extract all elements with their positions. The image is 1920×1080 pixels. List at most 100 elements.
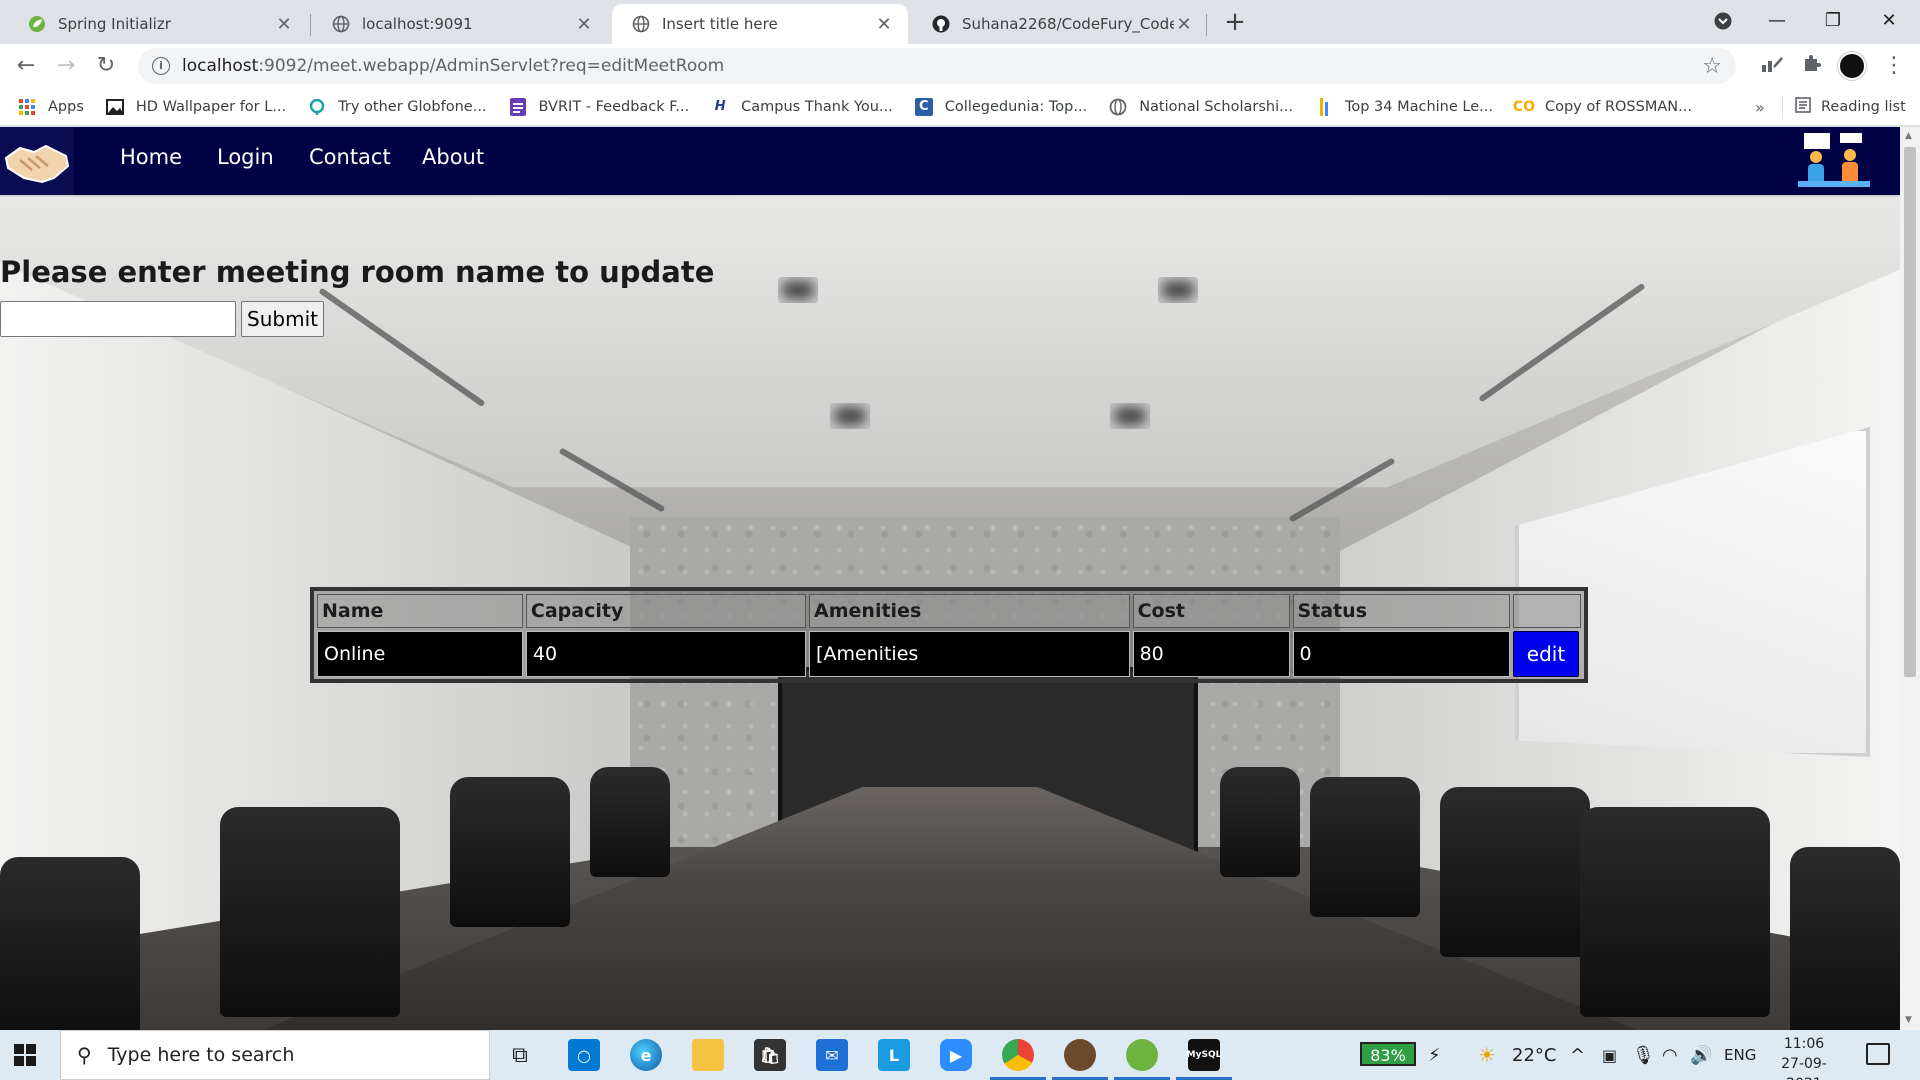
cell-name[interactable]: Online <box>317 631 523 677</box>
performance-icon[interactable] <box>1758 52 1786 80</box>
background-chair <box>1220 767 1300 877</box>
taskbar-search-placeholder: Type here to search <box>107 1044 295 1066</box>
more-bookmarks-button[interactable]: » <box>1755 98 1765 117</box>
reload-button[interactable]: ↻ <box>92 52 120 80</box>
windows-start-icon[interactable] <box>14 1044 36 1066</box>
spring-tool-suite-icon[interactable] <box>1126 1039 1158 1071</box>
scroll-down-arrow-icon[interactable]: ▼ <box>1905 1015 1912 1025</box>
tab-search-button[interactable] <box>1700 6 1746 36</box>
restore-button[interactable]: ❐ <box>1810 6 1856 36</box>
bookmark-campus[interactable]: H Campus Thank You... <box>711 98 893 116</box>
bookmark-collegedunia[interactable]: C Collegedunia: Top... <box>914 97 1088 116</box>
spring-leaf-icon <box>28 15 46 33</box>
page-viewport: Home Login Contact About Please enter me… <box>0 127 1900 1030</box>
zoom-icon[interactable]: ▶ <box>940 1039 972 1071</box>
bookmark-bvrit[interactable]: BVRIT - Feedback F... <box>509 97 690 116</box>
bookmark-rossman[interactable]: CO Copy of ROSSMAN... <box>1513 98 1692 116</box>
cell-capacity[interactable]: 40 <box>525 631 807 677</box>
globfone-icon <box>308 98 326 116</box>
submit-button[interactable]: Submit <box>241 301 324 337</box>
close-tab-icon[interactable]: ✕ <box>874 14 894 35</box>
tab-spring-initializr[interactable]: Spring Initializr ✕ <box>8 4 308 44</box>
tab-title: Insert title here <box>662 15 778 33</box>
volume-icon[interactable]: 🔊 <box>1690 1030 1712 1080</box>
meeting-room-name-input[interactable] <box>0 301 236 337</box>
bookmark-apps[interactable]: Apps <box>18 98 84 116</box>
nav-home-link[interactable]: Home <box>120 145 182 169</box>
bookmark-label: HD Wallpaper for L... <box>135 98 287 115</box>
url-path: :9092/meet.webapp/AdminServlet?req=editM… <box>258 56 725 76</box>
bookmark-star-icon[interactable]: ☆ <box>1702 54 1722 79</box>
reading-list-label: Reading list <box>1821 99 1906 115</box>
image-icon <box>105 98 124 116</box>
wifi-icon[interactable]: ◠ <box>1662 1030 1678 1080</box>
column-header-name: Name <box>317 594 523 628</box>
forward-button[interactable]: → <box>52 52 80 80</box>
scroll-up-arrow-icon[interactable]: ▲ <box>1905 131 1912 141</box>
close-tab-icon[interactable]: ✕ <box>1174 14 1194 35</box>
more-menu-icon[interactable]: ⋮ <box>1880 52 1908 80</box>
handshake-logo-icon[interactable] <box>0 127 74 195</box>
extensions-puzzle-icon[interactable] <box>1798 52 1826 80</box>
clock[interactable]: 11:06 27-09-2021 <box>1768 1034 1840 1080</box>
tab-localhost-9091[interactable]: localhost:9091 ✕ <box>312 4 608 44</box>
close-tab-icon[interactable]: ✕ <box>274 14 294 35</box>
bookmark-label: Try other Globfone... <box>338 98 487 115</box>
meeting-room-table: Name Capacity Amenities Cost Status Onli… <box>310 587 1588 683</box>
chevron-up-icon[interactable]: ^ <box>1570 1030 1585 1080</box>
bookmark-label: Apps <box>48 98 84 115</box>
scrollbar-thumb[interactable] <box>1904 147 1916 677</box>
close-tab-icon[interactable]: ✕ <box>574 14 594 35</box>
bookmark-hd-wallpaper[interactable]: HD Wallpaper for L... <box>105 98 287 116</box>
microphone-icon[interactable]: 🎙 <box>1632 1030 1655 1080</box>
mail-icon[interactable]: ✉ <box>816 1039 848 1071</box>
meet-now-icon[interactable]: ▣ <box>1602 1030 1617 1080</box>
close-window-button[interactable]: ✕ <box>1866 6 1912 36</box>
plug-icon: ⚡ <box>1428 1044 1441 1066</box>
store-icon[interactable]: 🛍 <box>754 1039 786 1071</box>
nav-about-link[interactable]: About <box>422 145 484 169</box>
edit-button[interactable]: edit <box>1513 631 1579 677</box>
l-app-icon[interactable]: L <box>878 1039 910 1071</box>
site-info-icon[interactable]: i <box>152 57 170 75</box>
cell-cost[interactable]: 80 <box>1132 631 1290 677</box>
bookmark-globfone[interactable]: Try other Globfone... <box>308 98 487 116</box>
task-view-icon[interactable]: ⧉ <box>504 1039 536 1071</box>
cell-status[interactable]: 0 <box>1292 631 1510 677</box>
minimize-button[interactable]: — <box>1754 6 1800 36</box>
reading-list-icon <box>1795 97 1811 117</box>
nav-login-link[interactable]: Login <box>217 145 274 169</box>
taskbar-search-box[interactable]: ⚲ Type here to search <box>60 1030 490 1080</box>
mysql-terminal-icon[interactable]: MySQL <box>1187 1039 1221 1071</box>
cell-amenities[interactable]: [Amenities <box>809 631 1130 677</box>
file-explorer-icon[interactable] <box>692 1039 724 1071</box>
app-badge-icon[interactable] <box>1064 1039 1096 1071</box>
tab-insert-title-here[interactable]: Insert title here ✕ <box>612 4 908 44</box>
table-row: Online 40 [Amenities 80 0 edit <box>317 631 1581 677</box>
temperature-label[interactable]: 22°C <box>1512 1030 1556 1080</box>
back-button[interactable]: ← <box>12 52 40 80</box>
weather-icon[interactable]: ☀ <box>1478 1030 1496 1080</box>
github-icon <box>932 15 950 33</box>
profile-avatar[interactable] <box>1838 52 1866 80</box>
hackerearth-icon: H <box>714 99 726 114</box>
tab-github[interactable]: Suhana2268/CodeFury_CodeWar ✕ <box>912 4 1208 44</box>
bookmark-label: Collegedunia: Top... <box>944 98 1088 115</box>
bookmark-label: BVRIT - Feedback F... <box>538 98 690 115</box>
new-tab-button[interactable]: + <box>1220 8 1250 38</box>
tab-title: Suhana2268/CodeFury_CodeWar <box>962 15 1174 33</box>
address-bar[interactable]: i localhost:9092/meet.webapp/AdminServle… <box>138 48 1736 84</box>
edge-browser-icon[interactable]: e <box>630 1039 662 1071</box>
page-scrollbar[interactable]: ▲ ▼ <box>1900 127 1920 1030</box>
chrome-icon[interactable] <box>1002 1039 1034 1071</box>
reading-list-button[interactable]: Reading list <box>1795 88 1906 126</box>
nav-contact-link[interactable]: Contact <box>309 145 391 169</box>
bookmark-national-scholarship[interactable]: National Scholarshi... <box>1109 98 1293 116</box>
language-indicator[interactable]: ENG <box>1724 1030 1756 1080</box>
cortana-app-icon[interactable]: ○ <box>568 1039 600 1071</box>
page-heading: Please enter meeting room name to update <box>0 255 715 289</box>
background-chair <box>0 857 140 1030</box>
notification-center-icon[interactable] <box>1866 1043 1890 1065</box>
battery-indicator[interactable]: 83% <box>1360 1042 1416 1066</box>
bookmark-machine-learning[interactable]: Top 34 Machine Le... <box>1315 97 1493 116</box>
